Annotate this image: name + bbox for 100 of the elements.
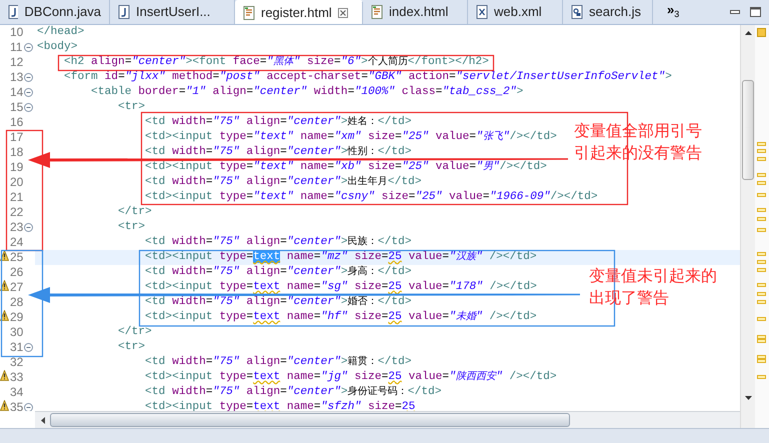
- horizontal-scrollbar-thumb[interactable]: [50, 413, 570, 427]
- fold-icon[interactable]: [24, 223, 33, 232]
- line-number: 10: [10, 25, 24, 40]
- fold-icon[interactable]: [24, 73, 33, 82]
- file-icon: [371, 5, 383, 19]
- code-line: <form id="jlxx" method="post" accept-charset="GBK" action="servlet/InsertUserInfoServlet">: [63, 70, 672, 85]
- code-line: <td width="75" align="center">姓名：</td>: [144, 115, 412, 130]
- code-line: <tr>: [117, 340, 146, 355]
- line-number: 13: [10, 70, 24, 85]
- warning-marker[interactable]: [757, 173, 766, 177]
- down-arrow-icon: [745, 396, 752, 400]
- code-line: <td width="75" align="center">婚否：</td>: [144, 295, 412, 310]
- warning-marker[interactable]: [757, 375, 766, 379]
- warning-marker[interactable]: [757, 300, 766, 304]
- line-number: 14: [10, 85, 24, 100]
- warning-icon[interactable]: [0, 310, 9, 321]
- code-line: <td><input type=text name="mz" size=25 value="汉族" /></td>: [144, 250, 537, 265]
- code-line: <td><input type="text" name="xm" size="25" value="张飞"/></td>: [144, 130, 557, 145]
- line-number: 20: [10, 175, 24, 190]
- left-arrow-icon: [40, 416, 44, 424]
- line-number: 35: [10, 400, 24, 411]
- code-line: <td width="75" align="center">籍贯：</td>: [144, 355, 412, 370]
- code-line: <td><input type=text name="sg" size=25 value="178" /></td>: [144, 280, 537, 295]
- code-line: <td width="75" align="center">身高：</td>: [144, 265, 412, 280]
- scrollbar-thumb[interactable]: [742, 80, 754, 180]
- warning-marker[interactable]: [757, 142, 766, 146]
- warning-marker[interactable]: [757, 260, 766, 264]
- file-icon: [476, 5, 488, 19]
- line-number: 21: [10, 190, 24, 205]
- warning-marker[interactable]: [757, 339, 766, 343]
- line-number: 32: [10, 355, 24, 370]
- line-number: 11: [10, 40, 22, 55]
- code-line: <td width="75" align="center">身份证号码：</td>: [144, 385, 442, 400]
- line-number: 23: [10, 220, 24, 235]
- fold-icon[interactable]: [24, 88, 33, 97]
- fold-icon[interactable]: [24, 403, 33, 411]
- file-icon: [243, 6, 255, 20]
- warning-marker[interactable]: [757, 193, 766, 197]
- line-number: 27: [10, 280, 24, 295]
- fold-icon[interactable]: [24, 343, 33, 352]
- warning-marker[interactable]: [757, 181, 766, 185]
- warning-marker[interactable]: [757, 292, 766, 296]
- line-number: 16: [10, 115, 24, 130]
- line-number: 31: [10, 340, 24, 355]
- close-icon[interactable]: [338, 8, 348, 18]
- line-number: 24: [10, 235, 24, 250]
- code-line: <td width="75" align="center">性别：</td>: [144, 145, 412, 160]
- code-line: <td><input type=text name="jg" size=25 value="陕西西安" /></td>: [144, 370, 557, 385]
- code-line: </tr>: [117, 205, 152, 220]
- warning-marker[interactable]: [757, 228, 766, 232]
- line-number: 22: [10, 205, 24, 220]
- file-icon: [571, 5, 583, 19]
- line-number: 17: [10, 130, 24, 145]
- code-line: <td width="75" align="center">民族：</td>: [144, 235, 412, 250]
- code-line: <body>: [36, 40, 78, 55]
- line-number: 29: [10, 310, 24, 325]
- fold-icon[interactable]: [24, 103, 33, 112]
- line-number: 34: [10, 385, 24, 400]
- code-line: <tr>: [117, 220, 146, 235]
- warning-marker[interactable]: [757, 208, 766, 212]
- up-arrow-icon: [745, 31, 752, 35]
- warning-marker[interactable]: [757, 157, 766, 161]
- line-number: 12: [10, 55, 24, 70]
- line-number: 15: [10, 100, 24, 115]
- warning-marker[interactable]: [757, 252, 766, 256]
- warning-marker[interactable]: [757, 283, 766, 287]
- code-line: <td width="75" align="center">出生年月</td>: [144, 175, 422, 190]
- warning-marker[interactable]: [757, 317, 766, 321]
- file-icon: [8, 5, 18, 19]
- vertical-scrollbar[interactable]: [740, 25, 755, 428]
- warning-marker[interactable]: [757, 149, 766, 153]
- line-number: 18: [10, 145, 24, 160]
- file-icon: [118, 5, 130, 19]
- warning-icon[interactable]: [0, 250, 9, 261]
- warning-icon[interactable]: [0, 400, 9, 411]
- line-number: 28: [10, 295, 24, 310]
- code-line: </tr>: [117, 325, 152, 340]
- line-number: 25: [10, 250, 24, 265]
- minimize-icon[interactable]: [730, 10, 740, 14]
- line-number: 26: [10, 265, 24, 280]
- warning-icon[interactable]: [0, 370, 9, 381]
- warning-marker[interactable]: [757, 359, 766, 363]
- warning-marker[interactable]: [757, 268, 766, 272]
- code-line: <td><input type="text" name="csny" size="25" value="1966-09"/></td>: [144, 190, 598, 205]
- line-number: 19: [10, 160, 24, 175]
- line-number: 33: [10, 370, 24, 385]
- code-line: <table border="1" align="center" width="100%" class="tab_css_2">: [90, 85, 524, 100]
- fold-icon[interactable]: [24, 43, 33, 52]
- maximize-icon[interactable]: [750, 7, 761, 17]
- code-line: <tr>: [117, 100, 146, 115]
- warning-icon[interactable]: [0, 280, 9, 291]
- warning-marker[interactable]: [757, 217, 766, 221]
- code-line: <td><input type=text name="sfzh" size=25: [144, 400, 416, 411]
- line-number: 30: [10, 325, 24, 340]
- status-marker: [757, 28, 766, 37]
- code-line: <td><input type=text name="hf" size=25 value="未婚" /></td>: [144, 310, 537, 325]
- editor-tab[interactable]: register.html: [235, 0, 363, 24]
- warning-marker[interactable]: [757, 335, 766, 339]
- code-line: </head>: [36, 25, 84, 40]
- warning-marker[interactable]: [757, 355, 766, 359]
